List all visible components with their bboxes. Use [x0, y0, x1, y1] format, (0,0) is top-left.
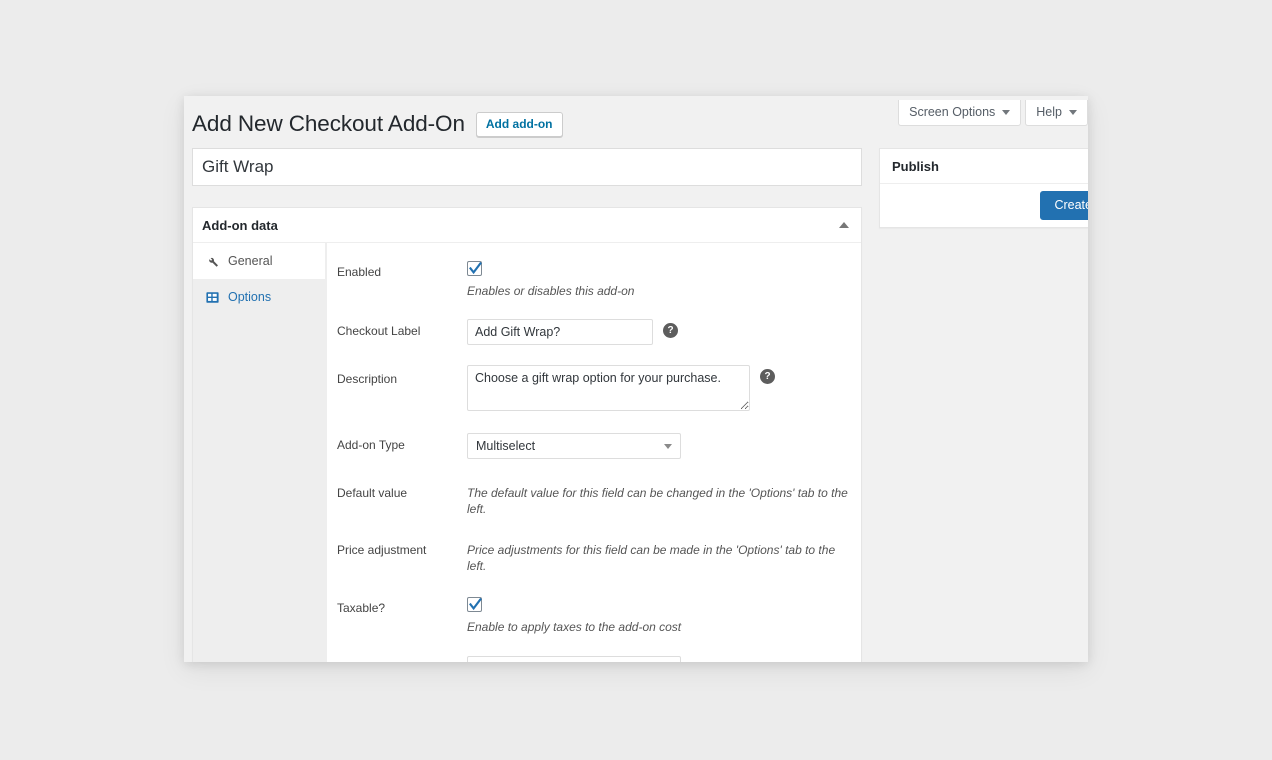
addon-tab-options-label: Options [228, 290, 272, 304]
page-title: Add New Checkout Add-On [192, 111, 465, 136]
publish-header: Publish [880, 149, 1088, 184]
wrench-icon [205, 254, 219, 268]
screen-options-label: Screen Options [909, 105, 996, 119]
publish-metabox: Publish Create [879, 148, 1088, 228]
addon-general-panel: Enabled Enables or disables this add-on [326, 243, 861, 662]
field-row-tax-rate: Tax Rate Standard Rate [327, 641, 861, 662]
collapse-toggle-icon[interactable] [839, 222, 849, 228]
field-row-enabled: Enabled Enables or disables this add-on [327, 254, 861, 305]
price-adjustment-note: Price adjustments for this field can be … [467, 543, 836, 573]
enabled-description: Enables or disables this add-on [467, 284, 635, 298]
addon-type-value: Multiselect [476, 439, 536, 453]
publish-heading: Publish [892, 158, 939, 174]
post-main-column: Add-on data General [192, 148, 862, 662]
addon-tab-options[interactable]: Options [193, 279, 325, 315]
default-value-label: Default value [337, 486, 408, 500]
admin-window: Screen Options Help Add New Checkout Add… [184, 96, 1088, 662]
taxable-checkbox[interactable] [467, 597, 482, 612]
publish-actions: Create [880, 184, 1088, 227]
tax-rate-select[interactable]: Standard Rate [467, 656, 681, 662]
create-button[interactable]: Create [1040, 191, 1088, 220]
checkout-label-label: Checkout Label [337, 324, 421, 338]
addon-type-label: Add-on Type [337, 438, 405, 452]
help-label: Help [1036, 105, 1062, 119]
enabled-label: Enabled [337, 265, 382, 279]
default-value-note: The default value for this field can be … [467, 486, 848, 516]
field-row-taxable: Taxable? Enable to apply taxes to the ad… [327, 580, 861, 641]
addon-data-body: General Options Enabled Enables or disab… [193, 243, 861, 662]
description-label: Description [337, 372, 398, 386]
screen-meta-links: Screen Options Help [898, 100, 1088, 126]
field-row-default-value: Default value The default value for this… [327, 465, 861, 523]
description-textarea[interactable]: Choose a gift wrap option for your purch… [467, 365, 750, 411]
field-row-price-adjustment: Price adjustment Price adjustments for t… [327, 523, 861, 580]
chevron-down-icon [1002, 109, 1011, 115]
addon-tab-general[interactable]: General [193, 243, 325, 279]
post-body: Add-on data General [192, 148, 1088, 662]
screen-options-button[interactable]: Screen Options [898, 100, 1022, 126]
chevron-down-icon [1069, 109, 1077, 115]
chevron-down-icon [664, 443, 672, 449]
addon-data-metabox: Add-on data General Options Enabled Enab… [192, 207, 862, 662]
add-addon-button[interactable]: Add add-on [475, 111, 563, 137]
page-header: Add New Checkout Add-On Add add-on [192, 110, 563, 138]
addon-data-header: Add-on data [193, 208, 861, 243]
post-side-column: Publish Create [879, 148, 1088, 228]
addon-data-heading: Add-on data [202, 217, 278, 233]
help-icon[interactable]: ? [663, 323, 678, 338]
checkout-label-input[interactable] [467, 319, 653, 345]
tax-rate-label: Tax Rate [337, 656, 467, 662]
field-row-addon-type: Add-on Type Multiselect [327, 417, 861, 465]
grid-icon [205, 290, 219, 304]
price-adjustment-label: Price adjustment [337, 543, 427, 557]
help-button[interactable]: Help [1025, 100, 1088, 126]
field-row-checkout-label: Checkout Label ? [327, 305, 861, 351]
taxable-description: Enable to apply taxes to the add-on cost [467, 620, 682, 634]
addon-tab-general-label: General [228, 254, 273, 268]
post-title-input[interactable] [192, 148, 862, 186]
enabled-checkbox[interactable] [467, 261, 482, 276]
addon-tab-list: General Options [193, 243, 326, 662]
field-row-description: Description Choose a gift wrap option fo… [327, 351, 861, 417]
help-icon[interactable]: ? [760, 369, 775, 384]
addon-type-select[interactable]: Multiselect [467, 433, 681, 459]
taxable-label: Taxable? [337, 601, 386, 615]
